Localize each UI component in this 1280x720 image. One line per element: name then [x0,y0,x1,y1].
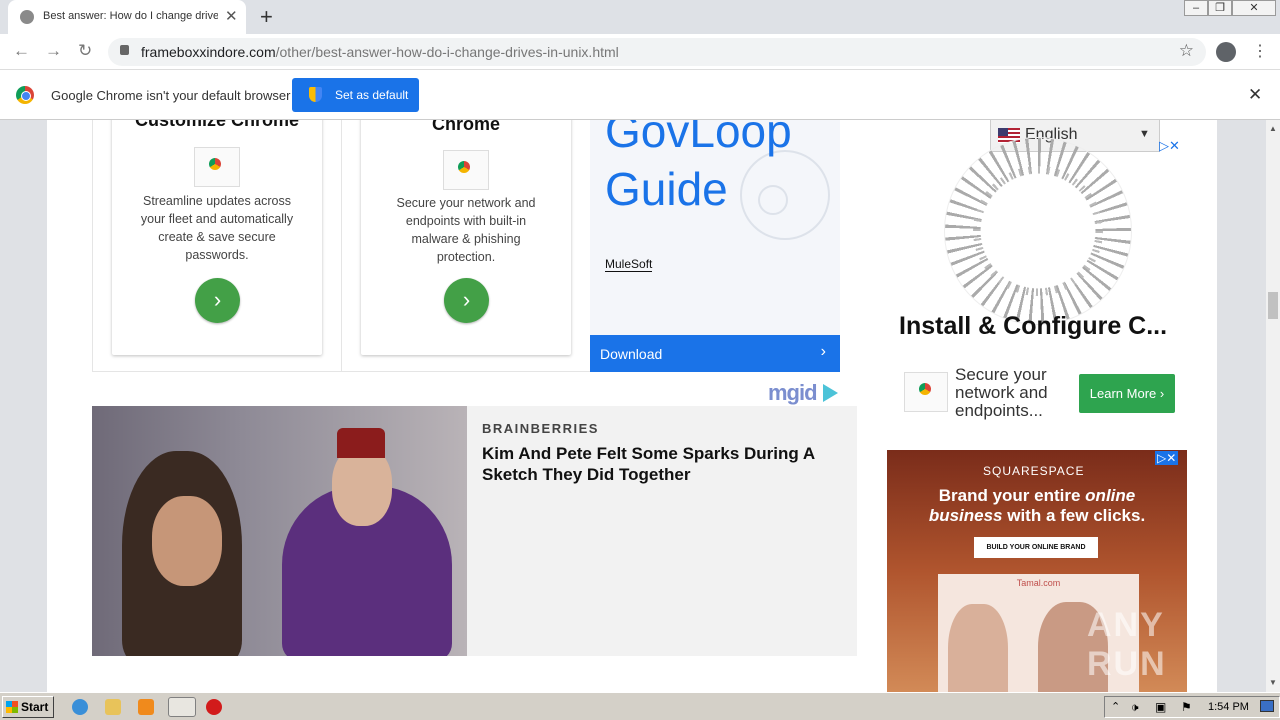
squarespace-logo: SQUARESPACE [983,464,1085,478]
adchoices-icon[interactable]: ▷✕ [1155,451,1179,465]
ad-title[interactable]: Install & Configure C... [899,312,1199,341]
chevron-right-icon: › [820,343,826,360]
squarespace-headline: Brand your entire online business with a … [917,486,1157,526]
mgid-logo[interactable]: mgid [768,380,838,406]
article-headline[interactable]: Kim And Pete Felt Some Sparks During A S… [482,443,847,485]
tray-expand-icon[interactable]: ⌃ [1111,700,1120,713]
reload-icon[interactable]: ↻ [78,41,92,61]
chevron-down-icon: ▼ [1139,128,1150,140]
tab-strip: Best answer: How do I change drive ✕ + –… [0,0,1280,34]
volume-icon[interactable]: 🕩 [1131,700,1139,715]
card-text: Streamline updates across your fleet and… [140,194,294,262]
adchoices-icon[interactable]: ▷✕ [1159,138,1180,154]
media-player-icon[interactable] [138,699,154,715]
ad-text: Secure your network and endpoints... [955,365,1048,420]
site-favicon-icon [20,10,34,24]
lock-icon [120,45,129,55]
menu-kebab-icon[interactable]: ⋮ [1252,41,1268,61]
ad-thumbnail-icon [904,372,948,412]
page-viewport: Customize Chrome Streamline updates acro… [0,120,1266,692]
infobar-close-icon[interactable]: ✕ [1248,85,1262,105]
stop-icon[interactable] [206,699,222,715]
promo-card-security: Chrome Secure your network and endpoints… [361,120,571,355]
chrome-screenshot-icon [194,147,240,187]
card-text: Secure your network and endpoints with b… [396,196,536,264]
build-brand-button[interactable]: BUILD YOUR ONLINE BRAND [974,537,1098,558]
mockup-figure [948,604,1008,692]
chrome-logo-icon [16,86,34,104]
address-bar[interactable]: frameboxxindore.com/other/best-answer-ho… [108,38,1206,66]
page-content: Customize Chrome Streamline updates acro… [47,120,1217,692]
forward-icon[interactable]: → [45,41,62,61]
window-close-button[interactable]: ✕ [1232,0,1276,16]
mgid-logo-text: mgid [768,380,818,405]
anyrun-watermark: ANY RUN [1087,606,1167,683]
learn-more-label: Learn More [1089,386,1157,401]
flag-icon[interactable]: ⚑ [1181,700,1192,714]
play-triangle-icon [822,384,838,402]
photo-fez [337,428,385,458]
scroll-down-icon[interactable]: ▼ [1269,678,1277,687]
ad-dot-graphic [944,137,1132,325]
back-icon[interactable]: ← [13,41,30,61]
photo-face [332,446,392,526]
new-tab-icon[interactable]: + [260,4,273,30]
download-label: Download [600,346,663,362]
card-go-button[interactable]: › [195,278,240,323]
chrome-endpoint-icon [443,150,489,190]
sponsored-article[interactable]: BRAINBERRIES Kim And Pete Felt Some Spar… [92,406,857,656]
sponsor-label: MuleSoft [605,257,653,272]
card-title: Customize Chrome [134,120,300,130]
restore-button[interactable]: ❐ [1208,0,1232,16]
url-domain: frameboxxindore.com [141,44,276,60]
explorer-folder-icon[interactable] [105,699,121,715]
tab-close-icon[interactable]: ✕ [225,7,238,25]
chrome-taskbar-button[interactable] [168,697,196,717]
headline-em: business [928,506,1003,525]
infobar-message: Google Chrome isn't your default browser [51,88,291,103]
network-icon[interactable]: ▣ [1155,700,1166,714]
set-as-default-button[interactable]: Set as default [292,78,419,112]
govloop-ad[interactable]: GovLoop Guide MuleSoft [590,120,840,335]
shield-icon [309,87,322,102]
set-as-default-label: Set as default [335,88,409,102]
download-button[interactable]: Download › [590,335,840,372]
windows-taskbar: Start ⌃ 🕩 ▣ ⚑ 1:54 PM [0,692,1280,720]
show-desktop-icon[interactable] [1260,700,1274,712]
tab-title: Best answer: How do I change drive [43,10,218,22]
system-tray: ⌃ 🕩 ▣ ⚑ [1104,696,1280,718]
article-source: BRAINBERRIES [482,421,599,436]
bookmark-star-icon[interactable]: ☆ [1179,41,1194,61]
browser-toolbar: ← → ↻ frameboxxindore.com/other/best-ans… [0,34,1280,70]
scrollbar-thumb[interactable] [1268,292,1278,319]
card-title: Chrome [431,120,500,134]
card-go-button[interactable]: › [444,278,489,323]
scroll-up-icon[interactable]: ▲ [1269,124,1277,133]
clock[interactable]: 1:54 PM [1208,701,1249,713]
govloop-headline: GovLoop Guide [605,120,792,215]
minimize-button[interactable]: – [1184,0,1208,16]
headline-part: Brand your entire [938,486,1086,505]
url-text: frameboxxindore.com/other/best-answer-ho… [141,44,619,60]
start-button[interactable]: Start [2,696,54,718]
url-path: /other/best-answer-how-do-i-change-drive… [275,44,619,60]
tab-active[interactable]: Best answer: How do I change drive ✕ [8,0,246,34]
headline-em: online [1085,486,1136,505]
photo-face [152,496,222,586]
article-photo [92,406,467,656]
ie-icon[interactable] [72,699,88,715]
headline-part: with a few clicks. [1002,506,1146,525]
learn-more-button[interactable]: Learn More › [1079,374,1175,413]
promo-card-customize: Customize Chrome Streamline updates acro… [112,120,322,355]
default-browser-infobar: Google Chrome isn't your default browser… [0,70,1280,120]
mockup-title: Tamal.com [1016,578,1061,588]
page-scrollbar[interactable]: ▲ ▼ [1266,120,1280,692]
profile-avatar-icon[interactable] [1216,42,1236,62]
